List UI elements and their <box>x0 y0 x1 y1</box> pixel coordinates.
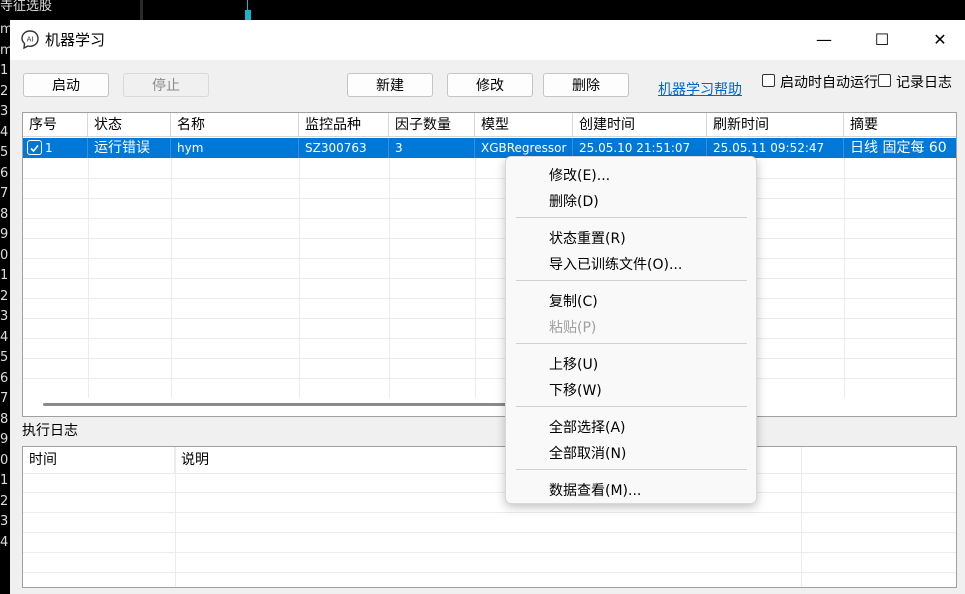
log-checkbox[interactable] <box>878 74 891 87</box>
row-model: XGBRegressor <box>475 138 573 158</box>
help-link[interactable]: 机器学习帮助 <box>658 79 744 99</box>
check-icon <box>30 144 39 153</box>
close-button[interactable]: ✕ <box>925 26 955 54</box>
log-divider <box>23 532 956 533</box>
log-section-label: 执行日志 <box>22 423 78 439</box>
log-divider <box>23 512 956 513</box>
menu-separator <box>516 469 747 470</box>
col-factors[interactable]: 因子数量 <box>389 113 475 137</box>
task-table: 序号 状态 名称 监控品种 因子数量 模型 创建时间 刷新时间 摘要 1 运行错… <box>22 112 957 417</box>
minimize-button[interactable]: — <box>809 26 839 54</box>
auto-run-label: 启动时自动运行 <box>780 75 878 91</box>
row-name: hym <box>171 138 299 158</box>
row-index-cell[interactable]: 1 <box>23 138 88 158</box>
col-status[interactable]: 状态 <box>88 113 171 137</box>
col-created[interactable]: 创建时间 <box>573 113 707 137</box>
col-model[interactable]: 模型 <box>475 113 573 137</box>
menu-separator <box>516 406 747 407</box>
menu-item-delete[interactable]: 删除(D) <box>549 191 599 211</box>
menu-item-select-all[interactable]: 全部选择(A) <box>549 417 626 437</box>
log-divider <box>23 572 956 573</box>
menu-separator <box>516 343 747 344</box>
row-status: 运行错误 <box>88 138 171 158</box>
row-refreshed: 25.05.11 09:52:47 <box>707 138 844 158</box>
col-name[interactable]: 名称 <box>171 113 299 137</box>
menu-item-paste[interactable]: 粘贴(P) <box>549 317 596 337</box>
auto-run-checkbox[interactable] <box>762 74 775 87</box>
row-factors: 3 <box>389 138 475 158</box>
table-header: 序号 状态 名称 监控品种 因子数量 模型 创建时间 刷新时间 摘要 <box>23 113 956 137</box>
context-menu: 修改(E)... 删除(D) 状态重置(R) 导入已训练文件(O)... 复制(… <box>505 156 757 504</box>
col-symbol[interactable]: 监控品种 <box>299 113 389 137</box>
row-created: 25.05.10 21:51:07 <box>573 138 707 158</box>
log-label: 记录日志 <box>896 75 952 91</box>
menu-item-edit[interactable]: 修改(E)... <box>549 165 610 185</box>
maximize-button[interactable]: ☐ <box>867 26 897 54</box>
background-app-strip <box>0 0 965 22</box>
title-bar: AI 机器学习 — ☐ ✕ <box>10 20 965 60</box>
log-divider <box>23 552 956 553</box>
horizontal-scrollbar[interactable] <box>43 403 533 406</box>
row-summary: 日线 固定每 60 <box>850 140 947 156</box>
menu-item-view-data[interactable]: 数据查看(M)... <box>549 480 641 500</box>
new-button[interactable]: 新建 <box>347 73 433 97</box>
menu-separator <box>516 280 747 281</box>
log-table: 时间 说明 <box>22 446 957 588</box>
col-index[interactable]: 序号 <box>23 113 88 137</box>
edit-button[interactable]: 修改 <box>447 73 533 97</box>
log-col-time[interactable]: 时间 <box>23 447 175 473</box>
col-refreshed[interactable]: 刷新时间 <box>707 113 844 137</box>
app-icon-label: AI <box>27 36 34 44</box>
row-symbol: SZ300763 <box>299 138 389 158</box>
log-divider <box>23 492 956 493</box>
log-col-line <box>175 447 176 587</box>
menu-item-reset-status[interactable]: 状态重置(R) <box>549 228 626 248</box>
menu-item-import-trained[interactable]: 导入已训练文件(O)... <box>549 254 682 274</box>
background-divider <box>140 0 143 22</box>
machine-learning-window: AI 机器学习 — ☐ ✕ 启动 停止 新建 修改 删除 机器学习帮助 启动时自… <box>10 20 965 594</box>
log-col-line <box>801 447 802 587</box>
menu-item-move-up[interactable]: 上移(U) <box>549 354 598 374</box>
ai-app-icon: AI <box>21 30 39 50</box>
menu-item-move-down[interactable]: 下移(W) <box>549 380 602 400</box>
background-top-text: 寺征选股 <box>0 0 53 14</box>
menu-separator <box>516 217 747 218</box>
window-title: 机器学习 <box>45 31 106 49</box>
stop-button[interactable]: 停止 <box>123 73 209 97</box>
row-checkbox[interactable] <box>27 140 42 155</box>
row-index: 1 <box>45 141 53 155</box>
log-divider <box>23 473 956 474</box>
start-button[interactable]: 启动 <box>23 73 109 97</box>
delete-button[interactable]: 删除 <box>543 73 629 97</box>
table-row[interactable]: 1 运行错误 hym SZ300763 3 XGBRegressor 25.05… <box>23 138 956 158</box>
menu-item-deselect-all[interactable]: 全部取消(N) <box>549 443 626 463</box>
menu-item-copy[interactable]: 复制(C) <box>549 291 598 311</box>
col-summary[interactable]: 摘要 <box>844 113 956 137</box>
